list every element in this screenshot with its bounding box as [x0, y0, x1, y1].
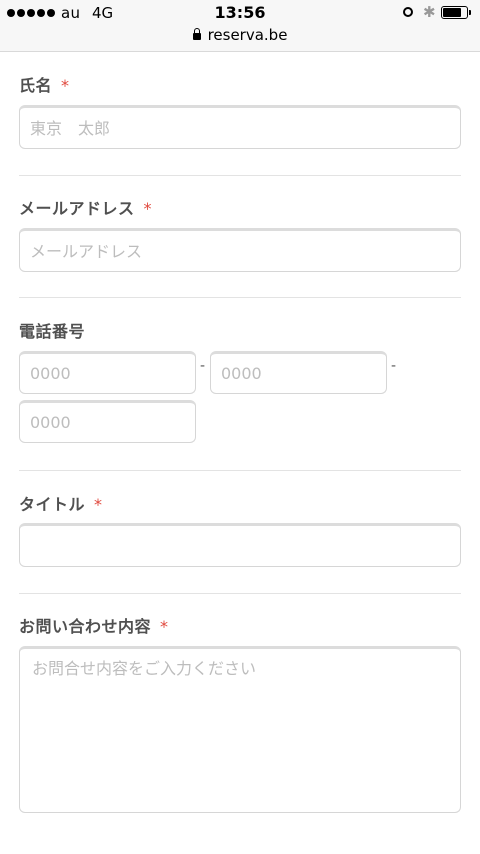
divider: [19, 297, 461, 298]
battery-tip: [469, 10, 471, 15]
address-bar[interactable]: reserva.be: [0, 26, 480, 44]
name-input[interactable]: [19, 105, 461, 149]
battery-icon: [441, 6, 468, 19]
bluetooth-icon: ✱: [423, 3, 436, 21]
inquiry-label: お問い合わせ内容: [19, 617, 152, 636]
phone-separator: -: [200, 358, 206, 374]
email-label: メールアドレス: [19, 199, 135, 218]
inquiry-label-row: お問い合わせ内容 *: [19, 613, 461, 637]
title-input[interactable]: [19, 523, 461, 567]
phone-part3-input[interactable]: [19, 400, 196, 443]
phone-label: 電話番号: [19, 322, 86, 341]
url-text: reserva.be: [207, 26, 288, 44]
alarm-icon: [403, 7, 413, 17]
phone-part1-input[interactable]: [19, 351, 196, 394]
title-label-row: タイトル *: [19, 491, 461, 515]
divider: [19, 593, 461, 594]
title-required-mark: *: [94, 495, 103, 514]
phone-separator: -: [391, 358, 397, 374]
email-input[interactable]: [19, 228, 461, 272]
inquiry-textarea[interactable]: [19, 646, 461, 813]
phone-label-row: 電話番号: [19, 318, 461, 342]
contact-form: 氏名 * メールアドレス * 電話番号 - - タイトル * お問い合わせ内容 *: [0, 52, 480, 854]
lock-icon: [192, 28, 201, 40]
name-label-row: 氏名 *: [19, 72, 461, 96]
phone-part2-input[interactable]: [210, 351, 387, 394]
inquiry-required-mark: *: [160, 617, 169, 636]
title-label: タイトル: [19, 495, 86, 514]
email-label-row: メールアドレス *: [19, 195, 461, 219]
email-required-mark: *: [143, 199, 153, 218]
status-bar: au 4G 13:56 reserva.be ✱: [0, 0, 480, 52]
name-label: 氏名: [19, 76, 53, 95]
name-required-mark: *: [61, 76, 70, 95]
divider: [19, 470, 461, 471]
divider: [19, 175, 461, 176]
